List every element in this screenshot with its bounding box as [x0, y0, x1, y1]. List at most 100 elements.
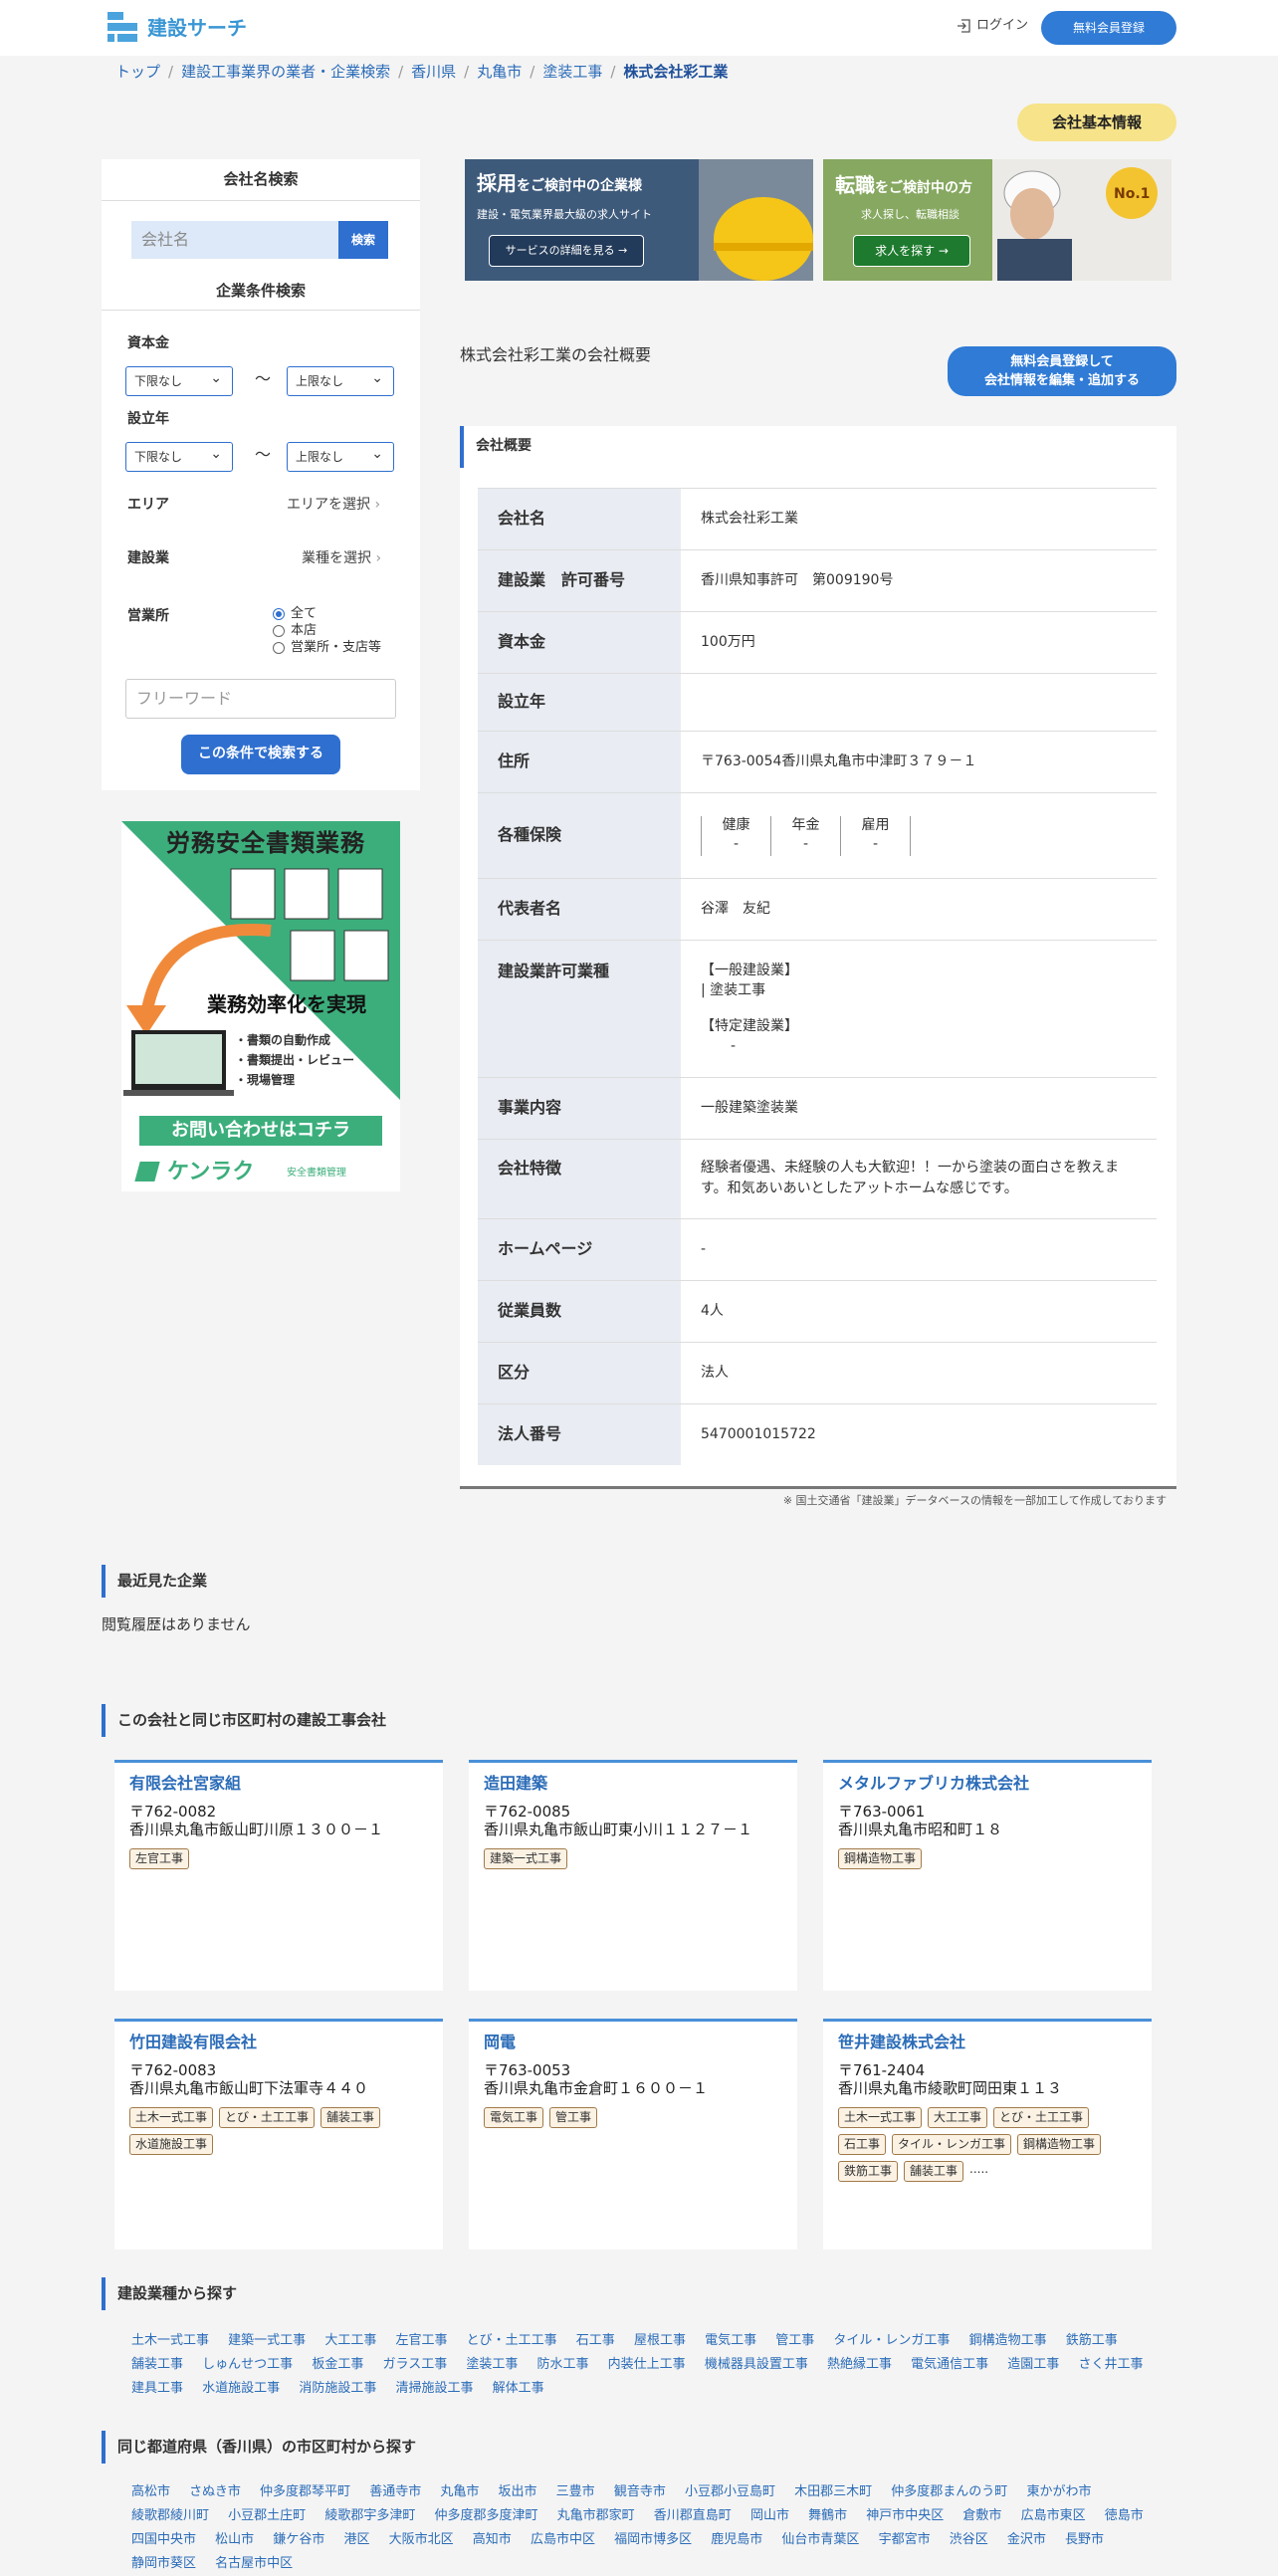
name-search-button[interactable]: 検索: [338, 221, 388, 259]
trade-link[interactable]: 左官工事: [395, 2333, 447, 2348]
company-card[interactable]: 有限会社宮家組 〒762-0082 香川県丸亀市飯山町川原１３００－１ 左官工事: [114, 1760, 443, 1991]
trade-link[interactable]: タイル・レンガ工事: [833, 2333, 950, 2348]
city-link[interactable]: 宇都宮市: [879, 2532, 931, 2547]
company-card[interactable]: 竹田建設有限会社 〒762-0083 香川県丸亀市飯山町下法軍寺４４０ 土木一式工事と…: [114, 2019, 443, 2250]
office-radio-branch[interactable]: 営業所・支店等: [273, 639, 381, 656]
city-link[interactable]: 綾歌郡宇多津町: [324, 2508, 415, 2523]
city-link[interactable]: 仲多度郡多度津町: [434, 2508, 537, 2523]
city-link[interactable]: 金沢市: [1007, 2532, 1046, 2547]
trade-link[interactable]: 管工事: [775, 2333, 814, 2348]
company-card-name[interactable]: メタルファブリカ株式会社: [838, 1773, 1137, 1795]
trade-link[interactable]: 板金工事: [312, 2357, 363, 2372]
city-link[interactable]: 渋谷区: [950, 2532, 988, 2547]
trade-link[interactable]: 消防施設工事: [299, 2381, 376, 2396]
trade-link[interactable]: ガラス工事: [382, 2357, 447, 2372]
free-word-input[interactable]: フリーワード: [125, 679, 396, 719]
trade-link[interactable]: 電気通信工事: [911, 2357, 988, 2372]
city-link[interactable]: 坂出市: [499, 2484, 537, 2499]
trade-link[interactable]: さく井工事: [1078, 2357, 1143, 2372]
office-radio-head[interactable]: 本店: [273, 622, 381, 639]
trade-link[interactable]: 石工事: [576, 2333, 615, 2348]
city-link[interactable]: 高知市: [473, 2532, 512, 2547]
trade-link[interactable]: 屋根工事: [634, 2333, 686, 2348]
trade-link[interactable]: 建築一式工事: [228, 2333, 306, 2348]
trade-link[interactable]: 機械器具設置工事: [705, 2357, 808, 2372]
city-link[interactable]: 神戸市中央区: [866, 2508, 944, 2523]
capital-lower-select[interactable]: 下限なし: [125, 366, 233, 396]
city-link[interactable]: 高松市: [131, 2484, 170, 2499]
career-banner[interactable]: 転職をご検討中の方 求人探し、転職相談 求人を探す → No.1: [823, 159, 1172, 281]
year-upper-select[interactable]: 上限なし: [287, 442, 394, 472]
city-link[interactable]: 大阪市北区: [389, 2532, 454, 2547]
company-card-name[interactable]: 笹井建設株式会社: [838, 2032, 1137, 2053]
city-link[interactable]: 松山市: [215, 2532, 254, 2547]
trade-link[interactable]: 内装仕上工事: [608, 2357, 686, 2372]
city-link[interactable]: 静岡市葵区: [131, 2556, 196, 2571]
city-link[interactable]: 港区: [343, 2532, 369, 2547]
recruit-banner[interactable]: 採用をご検討中の企業様 建設・電気業界最大級の求人サイト サービスの詳細を見る …: [465, 159, 813, 281]
breadcrumb-trade[interactable]: 塗装工事: [542, 62, 602, 83]
trade-link[interactable]: しゅんせつ工事: [202, 2357, 293, 2372]
trade-link[interactable]: 解体工事: [493, 2381, 544, 2396]
trade-link[interactable]: 清掃施設工事: [395, 2381, 473, 2396]
area-picker[interactable]: エリアを選択 ›: [287, 496, 380, 516]
city-link[interactable]: 四国中央市: [131, 2532, 196, 2547]
trade-link[interactable]: 大工工事: [324, 2333, 376, 2348]
recruit-button[interactable]: サービスの詳細を見る →: [489, 235, 644, 267]
office-radio-all[interactable]: 全て: [273, 605, 381, 622]
city-link[interactable]: 善通寺市: [369, 2484, 421, 2499]
breadcrumb-prefecture[interactable]: 香川県: [411, 62, 456, 83]
breadcrumb-city[interactable]: 丸亀市: [477, 62, 522, 83]
city-link[interactable]: 舞鶴市: [808, 2508, 847, 2523]
trade-link[interactable]: 鉄筋工事: [1066, 2333, 1118, 2348]
trade-link[interactable]: 塗装工事: [466, 2357, 518, 2372]
city-link[interactable]: 小豆郡小豆島町: [685, 2484, 775, 2499]
trade-link[interactable]: 建具工事: [131, 2381, 183, 2396]
city-link[interactable]: 観音寺市: [614, 2484, 666, 2499]
kenraku-ad-banner[interactable]: 労務安全書類業務 業務効率化を実現 ・書類の自動作成 ・書類提出・レビュー ・現…: [121, 821, 400, 1191]
trade-link[interactable]: 電気工事: [705, 2333, 756, 2348]
company-card[interactable]: 岡電 〒763-0053 香川県丸亀市金倉町１６００－１ 電気工事 管工事: [469, 2019, 797, 2250]
breadcrumb-top[interactable]: トップ: [115, 62, 160, 83]
company-card-name[interactable]: 有限会社宮家組: [129, 1773, 428, 1795]
site-logo[interactable]: 建設サーチ: [107, 12, 247, 44]
trade-picker[interactable]: 業種を選択 ›: [302, 549, 381, 569]
city-link[interactable]: 小豆郡土庄町: [228, 2508, 306, 2523]
trade-link[interactable]: 土木一式工事: [131, 2333, 209, 2348]
company-card-name[interactable]: 竹田建設有限会社: [129, 2032, 428, 2053]
city-link[interactable]: 木田郡三木町: [794, 2484, 872, 2499]
signup-button[interactable]: 無料会員登録: [1041, 11, 1176, 45]
city-link[interactable]: 広島市東区: [1021, 2508, 1086, 2523]
login-link[interactable]: ログイン: [956, 17, 1028, 35]
city-link[interactable]: 広島市中区: [531, 2532, 595, 2547]
trade-link[interactable]: 造園工事: [1007, 2357, 1059, 2372]
capital-upper-select[interactable]: 上限なし: [287, 366, 394, 396]
company-card-name[interactable]: 岡電: [484, 2032, 782, 2053]
city-link[interactable]: 鎌ケ谷市: [273, 2532, 324, 2547]
city-link[interactable]: 徳島市: [1105, 2508, 1144, 2523]
condition-search-button[interactable]: この条件で検索する: [181, 735, 340, 774]
city-link[interactable]: 丸亀市: [440, 2484, 479, 2499]
city-link[interactable]: 三豊市: [556, 2484, 595, 2499]
trade-link[interactable]: 熱絶縁工事: [827, 2357, 892, 2372]
breadcrumb-industry[interactable]: 建設工事業界の業者・企業検索: [181, 62, 390, 83]
city-link[interactable]: 長野市: [1065, 2532, 1104, 2547]
trade-link[interactable]: とび・土工工事: [467, 2333, 557, 2348]
career-button[interactable]: 求人を探す →: [853, 235, 970, 267]
city-link[interactable]: 香川郡直島町: [654, 2508, 732, 2523]
city-link[interactable]: 仙台市青葉区: [781, 2532, 859, 2547]
year-lower-select[interactable]: 下限なし: [125, 442, 233, 472]
edit-company-button[interactable]: 無料会員登録して 会社情報を編集・追加する: [948, 346, 1176, 396]
city-link[interactable]: 仲多度郡まんのう町: [891, 2484, 1007, 2499]
city-link[interactable]: 綾歌郡綾川町: [131, 2508, 209, 2523]
city-link[interactable]: 岡山市: [750, 2508, 789, 2523]
city-link[interactable]: 仲多度郡琴平町: [260, 2484, 350, 2499]
company-card[interactable]: 笹井建設株式会社 〒761-2404 香川県丸亀市綾歌町岡田東１１３ 土木一式工事 大工…: [823, 2019, 1152, 2250]
city-link[interactable]: 名古屋市中区: [215, 2556, 293, 2571]
trade-link[interactable]: 舗装工事: [131, 2357, 183, 2372]
trade-link[interactable]: 防水工事: [537, 2357, 589, 2372]
city-link[interactable]: 福岡市博多区: [614, 2532, 692, 2547]
trade-link[interactable]: 水道施設工事: [202, 2381, 280, 2396]
trade-link[interactable]: 鋼構造物工事: [969, 2333, 1047, 2348]
city-link[interactable]: 丸亀市郡家町: [557, 2508, 635, 2523]
